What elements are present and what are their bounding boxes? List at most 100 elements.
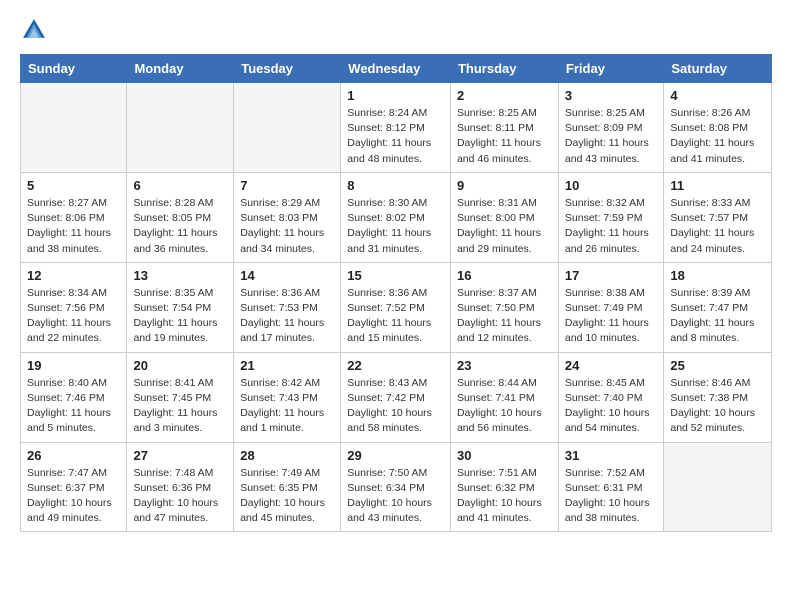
day-info: Sunrise: 8:42 AMSunset: 7:43 PMDaylight:… [240, 376, 334, 437]
day-number: 17 [565, 268, 657, 283]
day-info: Sunrise: 8:39 AMSunset: 7:47 PMDaylight:… [670, 286, 765, 347]
day-info: Sunrise: 8:38 AMSunset: 7:49 PMDaylight:… [565, 286, 657, 347]
day-info: Sunrise: 7:50 AMSunset: 6:34 PMDaylight:… [347, 466, 444, 527]
calendar-cell: 9 Sunrise: 8:31 AMSunset: 8:00 PMDaylight… [450, 172, 558, 262]
weekday-header-sunday: Sunday [21, 55, 127, 83]
day-number: 31 [565, 448, 657, 463]
day-info: Sunrise: 7:52 AMSunset: 6:31 PMDaylight:… [565, 466, 657, 527]
day-info: Sunrise: 8:35 AMSunset: 7:54 PMDaylight:… [133, 286, 227, 347]
day-number: 7 [240, 178, 334, 193]
calendar-table: SundayMondayTuesdayWednesdayThursdayFrid… [20, 54, 772, 532]
day-number: 16 [457, 268, 552, 283]
weekday-header-row: SundayMondayTuesdayWednesdayThursdayFrid… [21, 55, 772, 83]
week-row-4: 19 Sunrise: 8:40 AMSunset: 7:46 PMDayligh… [21, 352, 772, 442]
calendar-cell: 8Sunrise: 8:30 AMSunset: 8:02 PMDaylight… [341, 172, 451, 262]
day-info: Sunrise: 8:36 AMSunset: 7:53 PMDaylight:… [240, 286, 334, 347]
day-number: 19 [27, 358, 120, 373]
calendar-cell: 18 Sunrise: 8:39 AMSunset: 7:47 PMDayligh… [664, 262, 772, 352]
calendar-cell: 28 Sunrise: 7:49 AMSunset: 6:35 PMDayligh… [234, 442, 341, 532]
day-info: Sunrise: 8:33 AMSunset: 7:57 PMDaylight:… [670, 196, 765, 257]
day-number: 20 [133, 358, 227, 373]
day-info: Sunrise: 7:48 AMSunset: 6:36 PMDaylight:… [133, 466, 227, 527]
day-number: 21 [240, 358, 334, 373]
calendar-cell: 23 Sunrise: 8:44 AMSunset: 7:41 PMDayligh… [450, 352, 558, 442]
day-info: Sunrise: 7:51 AMSunset: 6:32 PMDaylight:… [457, 466, 552, 527]
calendar-cell: 25 Sunrise: 8:46 AMSunset: 7:38 PMDayligh… [664, 352, 772, 442]
day-info: Sunrise: 8:28 AMSunset: 8:05 PMDaylight:… [133, 196, 227, 257]
day-number: 6 [133, 178, 227, 193]
day-info: Sunrise: 8:24 AMSunset: 8:12 PMDaylight:… [347, 106, 444, 167]
day-info: Sunrise: 8:37 AMSunset: 7:50 PMDaylight:… [457, 286, 552, 347]
calendar-cell: 21 Sunrise: 8:42 AMSunset: 7:43 PMDayligh… [234, 352, 341, 442]
week-row-2: 5Sunrise: 8:27 AMSunset: 8:06 PMDaylight… [21, 172, 772, 262]
calendar-cell: 16 Sunrise: 8:37 AMSunset: 7:50 PMDayligh… [450, 262, 558, 352]
day-number: 29 [347, 448, 444, 463]
day-info: Sunrise: 8:26 AMSunset: 8:08 PMDaylight:… [670, 106, 765, 167]
day-info: Sunrise: 8:46 AMSunset: 7:38 PMDaylight:… [670, 376, 765, 437]
weekday-header-friday: Friday [558, 55, 663, 83]
calendar-cell [127, 83, 234, 173]
calendar-cell: 4 Sunrise: 8:26 AMSunset: 8:08 PMDaylight… [664, 83, 772, 173]
weekday-header-saturday: Saturday [664, 55, 772, 83]
calendar-cell: 14Sunrise: 8:36 AMSunset: 7:53 PMDayligh… [234, 262, 341, 352]
day-number: 23 [457, 358, 552, 373]
calendar-cell [664, 442, 772, 532]
calendar-cell: 7 Sunrise: 8:29 AMSunset: 8:03 PMDaylight… [234, 172, 341, 262]
day-info: Sunrise: 8:29 AMSunset: 8:03 PMDaylight:… [240, 196, 334, 257]
calendar-cell [234, 83, 341, 173]
day-number: 9 [457, 178, 552, 193]
day-number: 1 [347, 88, 444, 103]
week-row-1: 1 Sunrise: 8:24 AMSunset: 8:12 PMDaylight… [21, 83, 772, 173]
day-info: Sunrise: 7:49 AMSunset: 6:35 PMDaylight:… [240, 466, 334, 527]
calendar-cell: 31 Sunrise: 7:52 AMSunset: 6:31 PMDayligh… [558, 442, 663, 532]
week-row-5: 26 Sunrise: 7:47 AMSunset: 6:37 PMDayligh… [21, 442, 772, 532]
day-number: 26 [27, 448, 120, 463]
day-info: Sunrise: 8:27 AMSunset: 8:06 PMDaylight:… [27, 196, 120, 257]
day-info: Sunrise: 7:47 AMSunset: 6:37 PMDaylight:… [27, 466, 120, 527]
day-number: 13 [133, 268, 227, 283]
day-info: Sunrise: 8:45 AMSunset: 7:40 PMDaylight:… [565, 376, 657, 437]
day-number: 2 [457, 88, 552, 103]
calendar-cell: 20 Sunrise: 8:41 AMSunset: 7:45 PMDayligh… [127, 352, 234, 442]
calendar-cell: 5Sunrise: 8:27 AMSunset: 8:06 PMDaylight… [21, 172, 127, 262]
day-number: 24 [565, 358, 657, 373]
calendar-cell: 6 Sunrise: 8:28 AMSunset: 8:05 PMDaylight… [127, 172, 234, 262]
calendar-cell: 11Sunrise: 8:33 AMSunset: 7:57 PMDayligh… [664, 172, 772, 262]
day-number: 3 [565, 88, 657, 103]
calendar-cell [21, 83, 127, 173]
logo [20, 16, 52, 44]
day-info: Sunrise: 8:25 AMSunset: 8:09 PMDaylight:… [565, 106, 657, 167]
weekday-header-wednesday: Wednesday [341, 55, 451, 83]
day-info: Sunrise: 8:41 AMSunset: 7:45 PMDaylight:… [133, 376, 227, 437]
calendar-cell: 10 Sunrise: 8:32 AMSunset: 7:59 PMDayligh… [558, 172, 663, 262]
day-info: Sunrise: 8:40 AMSunset: 7:46 PMDaylight:… [27, 376, 120, 437]
day-number: 30 [457, 448, 552, 463]
header-area [20, 16, 772, 44]
calendar-cell: 22Sunrise: 8:43 AMSunset: 7:42 PMDayligh… [341, 352, 451, 442]
day-info: Sunrise: 8:31 AMSunset: 8:00 PMDaylight:… [457, 196, 552, 257]
calendar-cell: 19 Sunrise: 8:40 AMSunset: 7:46 PMDayligh… [21, 352, 127, 442]
week-row-3: 12Sunrise: 8:34 AMSunset: 7:56 PMDayligh… [21, 262, 772, 352]
calendar-cell: 1 Sunrise: 8:24 AMSunset: 8:12 PMDaylight… [341, 83, 451, 173]
day-number: 4 [670, 88, 765, 103]
day-number: 28 [240, 448, 334, 463]
day-info: Sunrise: 8:36 AMSunset: 7:52 PMDaylight:… [347, 286, 444, 347]
calendar-cell: 26 Sunrise: 7:47 AMSunset: 6:37 PMDayligh… [21, 442, 127, 532]
calendar-cell: 29 Sunrise: 7:50 AMSunset: 6:34 PMDayligh… [341, 442, 451, 532]
day-number: 27 [133, 448, 227, 463]
weekday-header-monday: Monday [127, 55, 234, 83]
day-number: 25 [670, 358, 765, 373]
calendar-cell: 2 Sunrise: 8:25 AMSunset: 8:11 PMDaylight… [450, 83, 558, 173]
day-number: 15 [347, 268, 444, 283]
day-number: 10 [565, 178, 657, 193]
day-info: Sunrise: 8:25 AMSunset: 8:11 PMDaylight:… [457, 106, 552, 167]
day-number: 18 [670, 268, 765, 283]
calendar-cell: 3 Sunrise: 8:25 AMSunset: 8:09 PMDaylight… [558, 83, 663, 173]
calendar-cell: 13 Sunrise: 8:35 AMSunset: 7:54 PMDayligh… [127, 262, 234, 352]
day-info: Sunrise: 8:43 AMSunset: 7:42 PMDaylight:… [347, 376, 444, 437]
calendar-cell: 17 Sunrise: 8:38 AMSunset: 7:49 PMDayligh… [558, 262, 663, 352]
day-info: Sunrise: 8:30 AMSunset: 8:02 PMDaylight:… [347, 196, 444, 257]
day-info: Sunrise: 8:32 AMSunset: 7:59 PMDaylight:… [565, 196, 657, 257]
day-info: Sunrise: 8:44 AMSunset: 7:41 PMDaylight:… [457, 376, 552, 437]
calendar-cell: 27 Sunrise: 7:48 AMSunset: 6:36 PMDayligh… [127, 442, 234, 532]
